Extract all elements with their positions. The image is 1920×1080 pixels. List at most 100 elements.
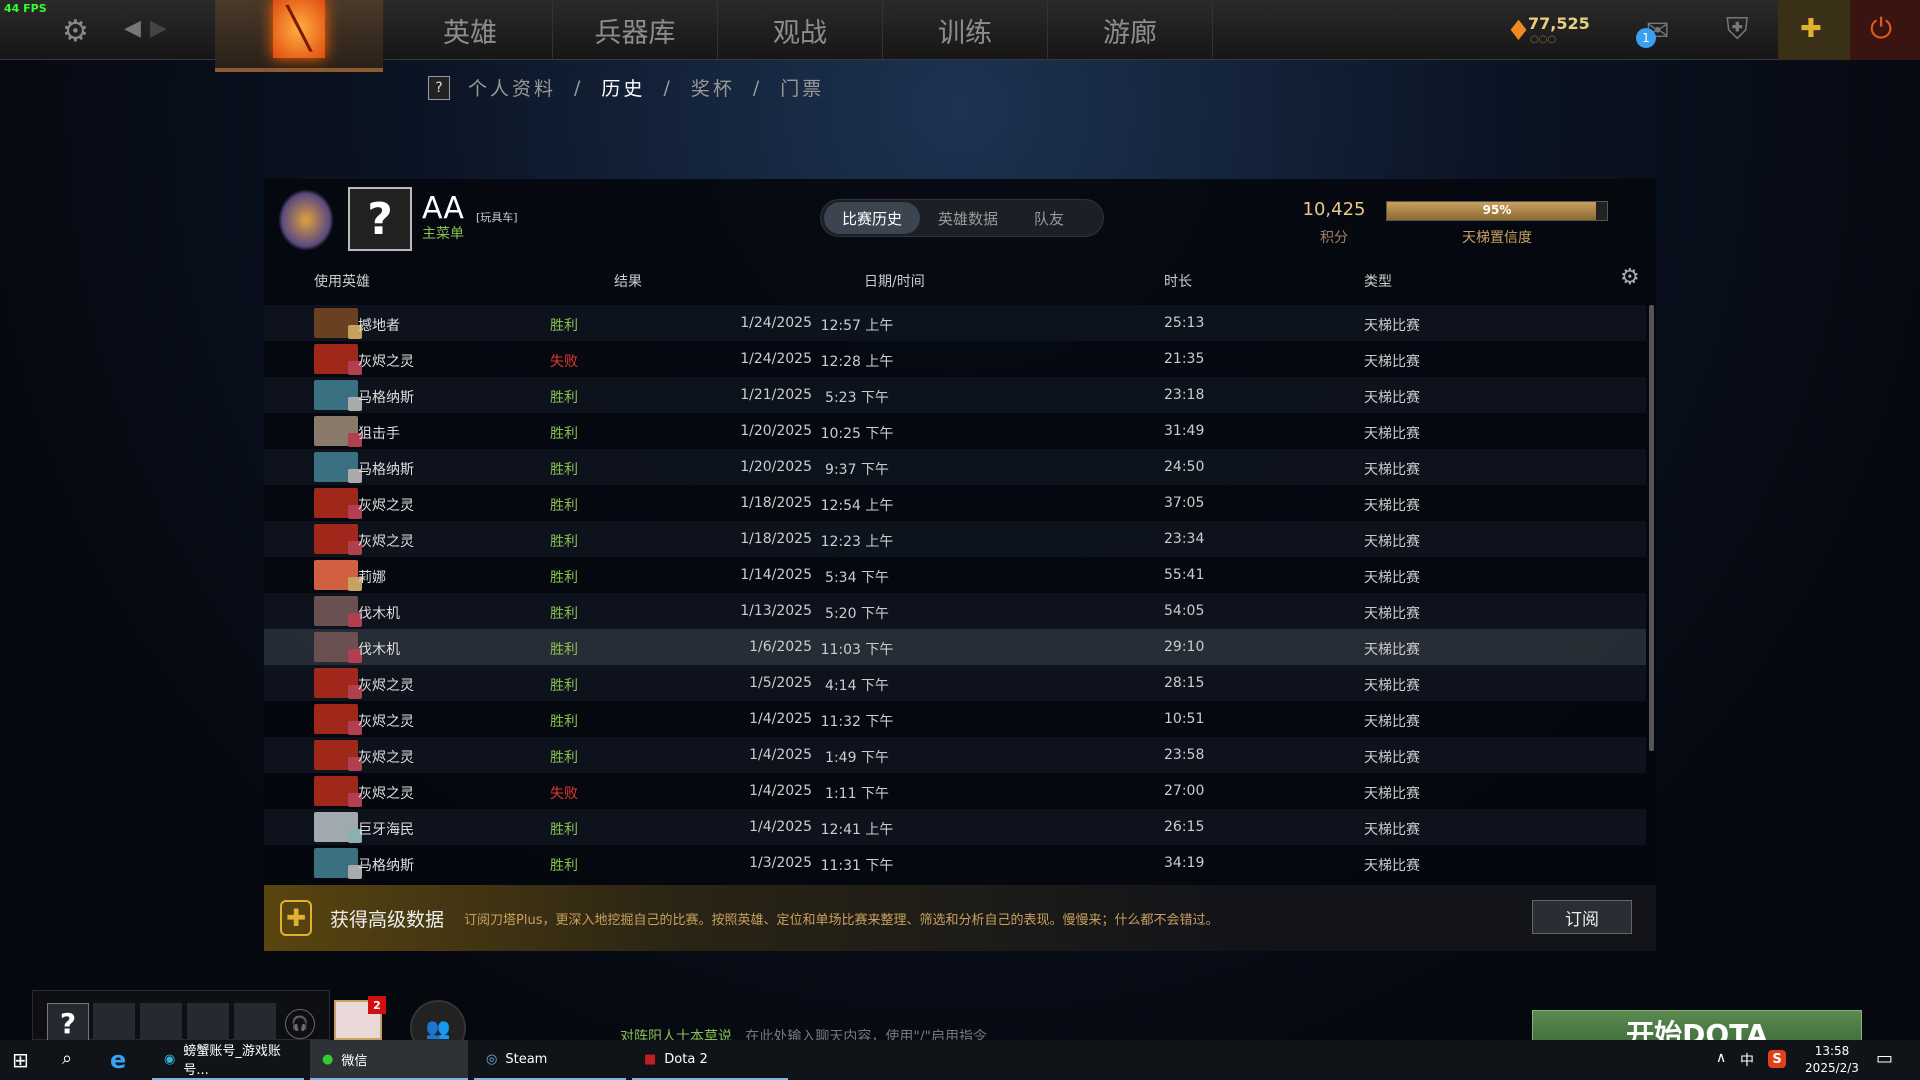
taskbar-app-wechat[interactable]: ● 微信	[310, 1040, 468, 1080]
nav-heroes[interactable]: 英雄	[388, 0, 553, 60]
hero-name: 马格纳斯	[358, 858, 414, 874]
scrollbar[interactable]	[1649, 305, 1654, 751]
notification-badge: 2	[368, 996, 386, 1014]
match-result: 胜利	[550, 642, 578, 658]
wechat-icon: ●	[322, 1051, 334, 1067]
table-row[interactable]: 撼地者 胜利 1/24/2025 12:57 上午 25:13 天梯比赛	[264, 305, 1646, 341]
guild-tag: [玩具车]	[476, 211, 518, 224]
action-center-icon[interactable]: ▭	[1876, 1048, 1893, 1069]
match-type: 天梯比赛	[1364, 642, 1420, 658]
tab-hero-stats[interactable]: 英雄数据	[920, 202, 1016, 234]
taskbar-app-steam[interactable]: ◎ Steam	[474, 1040, 626, 1080]
match-date: 1/24/2025	[740, 315, 812, 331]
confidence-label: 天梯置信度	[1462, 230, 1532, 246]
match-result: 胜利	[550, 318, 578, 334]
col-duration[interactable]: 时长	[1164, 271, 1192, 291]
separator: /	[752, 76, 763, 99]
fps-counter: 44 FPS	[4, 2, 47, 15]
table-row[interactable]: 莉娜 胜利 1/14/2025 5:34 下午 55:41 天梯比赛	[264, 557, 1646, 593]
windows-start-icon[interactable]: ⊞	[12, 1048, 29, 1072]
col-result[interactable]: 结果	[614, 271, 642, 291]
col-datetime[interactable]: 日期/时间	[864, 271, 925, 291]
party-slot-empty[interactable]	[187, 1003, 229, 1043]
match-time: 12:57 上午	[820, 318, 894, 334]
col-hero[interactable]: 使用英雄	[314, 271, 370, 291]
subnav-profile[interactable]: 个人资料	[468, 74, 556, 101]
table-row[interactable]: 伐木机 胜利 1/6/2025 11:03 下午 29:10 天梯比赛	[264, 629, 1646, 665]
match-result: 胜利	[550, 390, 578, 406]
match-date: 1/20/2025	[740, 423, 812, 439]
match-result: 胜利	[550, 462, 578, 478]
avatar[interactable]: ?	[348, 187, 412, 251]
table-row[interactable]: 灰烬之灵 胜利 1/18/2025 12:54 上午 37:05 天梯比赛	[264, 485, 1646, 521]
banner-title: 获得高级数据	[330, 908, 445, 931]
match-date: 1/4/2025	[749, 747, 812, 763]
hero-name: 撼地者	[358, 318, 400, 334]
nav-armory[interactable]: 兵器库	[553, 0, 718, 60]
table-row[interactable]: 马格纳斯 胜利 1/21/2025 5:23 下午 23:18 天梯比赛	[264, 377, 1646, 413]
nav-watch[interactable]: 观战	[718, 0, 883, 60]
dota-plus-icon: ✚	[1800, 14, 1822, 44]
match-date: 1/14/2025	[740, 567, 812, 583]
party-self-avatar[interactable]: ?	[47, 1003, 89, 1043]
match-time: 12:28 上午	[820, 354, 894, 370]
tab-match-history[interactable]: 比赛历史	[824, 202, 921, 234]
banner-text: 订阅刀塔Plus，更深入地挖掘自己的比赛。按照英雄、定位和单场比赛来整理、筛选和…	[464, 912, 1219, 928]
separator: /	[663, 76, 673, 99]
chat-input[interactable]: 对阵阳人士本草说 在此处输入聊天内容，使用"/"启用指令	[620, 1026, 1300, 1040]
clock[interactable]: 13:58 2025/2/3	[1800, 1043, 1864, 1077]
party-slot-empty[interactable]	[93, 1003, 135, 1043]
match-date: 1/21/2025	[740, 387, 812, 403]
table-row[interactable]: 灰烬之灵 胜利 1/4/2025 11:32 下午 10:51 天梯比赛	[264, 701, 1646, 737]
table-row[interactable]: 伐木机 胜利 1/13/2025 5:20 下午 54:05 天梯比赛	[264, 593, 1646, 629]
match-type: 天梯比赛	[1364, 786, 1420, 802]
tab-teammates[interactable]: 队友	[1016, 202, 1082, 234]
hero-name: 莉娜	[358, 570, 386, 586]
dota-logo-icon: ╲	[273, 0, 325, 58]
sogou-ime-icon[interactable]: S	[1768, 1050, 1786, 1068]
match-result: 胜利	[550, 822, 578, 838]
search-icon[interactable]: ⌕	[62, 1048, 72, 1069]
table-row[interactable]: 灰烬之灵 胜利 1/5/2025 4:14 下午 28:15 天梯比赛	[264, 665, 1646, 701]
plus-button[interactable]: ✚	[1778, 0, 1850, 60]
back-arrow-icon[interactable]: ◀	[124, 16, 141, 41]
subscribe-button[interactable]: 订阅	[1532, 900, 1632, 934]
match-result: 胜利	[550, 750, 578, 766]
nav-arcade[interactable]: 游廊	[1048, 0, 1213, 60]
table-row[interactable]: 灰烬之灵 胜利 1/4/2025 1:49 下午 23:58 天梯比赛	[264, 737, 1646, 773]
shield-sword-icon[interactable]: ⛨	[1726, 12, 1749, 47]
col-type[interactable]: 类型	[1364, 271, 1392, 291]
table-row[interactable]: 灰烬之灵 失败 1/4/2025 1:11 下午 27:00 天梯比赛	[264, 773, 1646, 809]
match-history-panel: ? AA [玩具车] 主菜单 比赛历史 英雄数据 队友 10,425 积分 95…	[264, 179, 1656, 951]
match-time: 1:11 下午	[825, 786, 889, 802]
subnav-history[interactable]: 历史	[601, 74, 645, 101]
voice-headset-icon[interactable]: 🎧	[285, 1009, 315, 1039]
forward-arrow-icon[interactable]: ▶	[150, 16, 167, 41]
table-row[interactable]: 巨牙海民 胜利 1/4/2025 12:41 上午 26:15 天梯比赛	[264, 809, 1646, 845]
taskbar-app-browser[interactable]: ◉ 螃蟹账号_游戏账号...	[152, 1040, 304, 1080]
match-result: 胜利	[550, 714, 578, 730]
table-row[interactable]: 狙击手 胜利 1/20/2025 10:25 下午 31:49 天梯比赛	[264, 413, 1646, 449]
column-settings-gear-icon[interactable]: ⚙	[1620, 265, 1640, 290]
subnav-trophies[interactable]: 奖杯	[691, 74, 735, 101]
ie-browser-icon[interactable]: e	[110, 1046, 126, 1074]
table-row[interactable]: 灰烬之灵 失败 1/24/2025 12:28 上午 21:35 天梯比赛	[264, 341, 1646, 377]
table-row[interactable]: 马格纳斯 胜利 1/20/2025 9:37 下午 24:50 天梯比赛	[264, 449, 1646, 485]
hero-name: 狙击手	[358, 426, 400, 442]
taskbar-app-dota2[interactable]: ■ Dota 2	[632, 1040, 788, 1080]
party-slot-empty[interactable]	[234, 1003, 276, 1043]
match-type: 天梯比赛	[1364, 318, 1420, 334]
match-type: 天梯比赛	[1364, 678, 1420, 694]
help-icon[interactable]: ?	[428, 75, 450, 100]
party-slot-empty[interactable]	[140, 1003, 182, 1043]
settings-gear-icon[interactable]: ⚙	[62, 14, 89, 49]
subnav-tickets[interactable]: 门票	[780, 74, 824, 101]
dota-logo-button[interactable]: ╲	[215, 0, 383, 72]
ime-indicator[interactable]: 中	[1740, 1050, 1754, 1070]
tray-chevron-up-icon[interactable]: ∧	[1716, 1050, 1726, 1066]
table-row[interactable]: 灰烬之灵 胜利 1/18/2025 12:23 上午 23:34 天梯比赛	[264, 521, 1646, 557]
match-time: 11:03 下午	[820, 642, 894, 658]
nav-learn[interactable]: 训练	[883, 0, 1048, 60]
quit-button[interactable]: ⏻	[1850, 0, 1920, 60]
table-row[interactable]: 马格纳斯 胜利 1/3/2025 11:31 下午 34:19 天梯比赛	[264, 845, 1646, 881]
